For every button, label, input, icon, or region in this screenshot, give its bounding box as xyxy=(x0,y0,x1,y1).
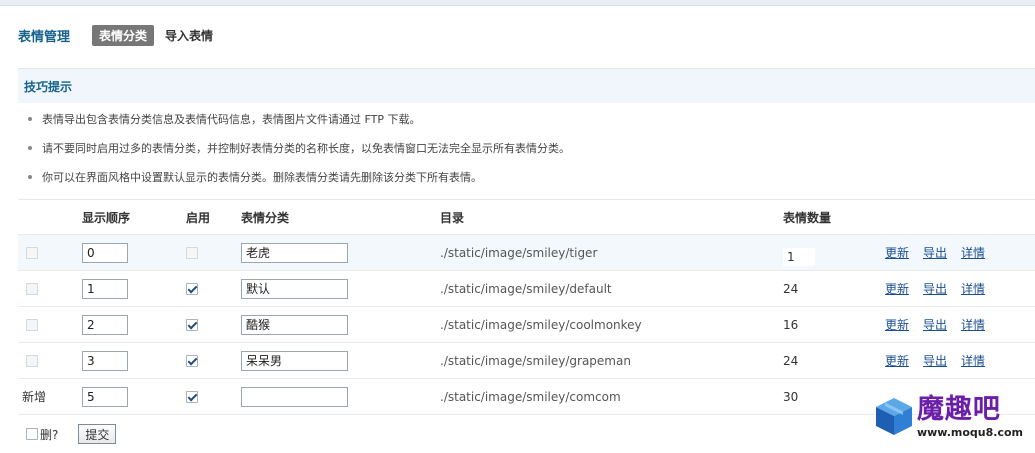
details-link[interactable]: 详情 xyxy=(961,280,985,297)
cube-logo-icon xyxy=(875,398,912,435)
update-link[interactable]: 更新 xyxy=(885,316,909,333)
tab-categories[interactable]: 表情分类 xyxy=(92,24,155,46)
top-border xyxy=(0,0,1035,6)
details-link[interactable]: 详情 xyxy=(961,316,985,333)
table-row: 2 酷猴 ./static/image/smiley/coolmonkey 16… xyxy=(18,307,1035,343)
new-enable-checkbox[interactable] xyxy=(186,390,198,403)
delete-checkbox[interactable] xyxy=(26,246,38,259)
export-link[interactable]: 导出 xyxy=(923,316,947,333)
bullet-icon xyxy=(28,145,32,150)
export-link[interactable]: 导出 xyxy=(923,352,947,369)
table-header-row: 显示顺序 启用 表情分类 目录 表情数量 xyxy=(18,200,1035,235)
enable-checkbox[interactable] xyxy=(186,354,198,367)
details-link[interactable]: 详情 xyxy=(961,352,985,369)
col-header-count: 表情数量 xyxy=(783,210,832,225)
order-input[interactable]: 3 xyxy=(82,350,128,371)
update-link[interactable]: 更新 xyxy=(885,244,909,261)
tips-header: 技巧提示 xyxy=(18,68,1035,103)
form-footer: 删? 提交 xyxy=(26,424,117,444)
tip-item: 表情导出包含表情分类信息及表情代码信息，表情图片文件请通过 FTP 下载。 xyxy=(18,104,1035,133)
delete-label: 删? xyxy=(40,427,59,442)
new-row-label: 新增 xyxy=(22,390,47,404)
watermark-logo: 魔趣吧 www.moqu8.com xyxy=(873,395,1023,439)
new-order-input[interactable]: 5 xyxy=(82,386,128,407)
page-title: 表情管理 xyxy=(18,29,71,45)
smiley-category-table: 显示顺序 启用 表情分类 目录 表情数量 0 老虎 ./static/image… xyxy=(18,199,1035,415)
col-header-enabled: 启用 xyxy=(186,210,211,225)
watermark-url: www.moqu8.com xyxy=(916,426,1023,439)
new-category-name-input[interactable] xyxy=(241,386,348,407)
smiley-count: 1 xyxy=(783,247,815,266)
new-directory-path: ./static/image/smiley/comcom xyxy=(440,389,621,404)
bullet-icon xyxy=(28,116,32,121)
tab-import[interactable]: 导入表情 xyxy=(158,25,220,46)
tip-item: 请不要同时启用过多的表情分类，并控制好表情分类的名称长度，以免表情窗口无法完全显… xyxy=(18,133,1035,162)
new-smiley-count: 30 xyxy=(783,389,799,404)
tip-item: 你可以在界面风格中设置默认显示的表情分类。删除表情分类请先删除该分类下所有表情。 xyxy=(18,162,1035,191)
details-link[interactable]: 详情 xyxy=(961,244,985,261)
directory-path: ./static/image/smiley/coolmonkey xyxy=(440,317,642,332)
enable-checkbox[interactable] xyxy=(186,246,198,259)
update-link[interactable]: 更新 xyxy=(885,280,909,297)
category-name-input[interactable]: 老虎 xyxy=(241,242,348,263)
table-row: 0 老虎 ./static/image/smiley/tiger 1 更新 导出… xyxy=(18,235,1035,271)
smiley-count: 24 xyxy=(783,281,799,296)
smiley-count: 16 xyxy=(783,317,799,332)
delete-checkbox[interactable] xyxy=(26,318,38,331)
table-row: 3 呆呆男 ./static/image/smiley/grapeman 24 … xyxy=(18,343,1035,379)
directory-path: ./static/image/smiley/grapeman xyxy=(440,353,631,368)
directory-path: ./static/image/smiley/tiger xyxy=(440,245,598,260)
tips-title: 技巧提示 xyxy=(24,79,73,94)
select-all-delete-checkbox[interactable] xyxy=(26,428,38,440)
col-header-dir: 目录 xyxy=(440,210,465,225)
col-header-order: 显示顺序 xyxy=(82,210,131,225)
export-link[interactable]: 导出 xyxy=(923,244,947,261)
directory-path: ./static/image/smiley/default xyxy=(440,281,612,296)
enable-checkbox[interactable] xyxy=(186,282,198,295)
smiley-count: 24 xyxy=(783,353,799,368)
update-link[interactable]: 更新 xyxy=(885,352,909,369)
col-header-category: 表情分类 xyxy=(241,210,290,225)
order-input[interactable]: 1 xyxy=(82,278,128,299)
category-name-input[interactable]: 呆呆男 xyxy=(241,350,348,371)
watermark-text: 魔趣吧 xyxy=(916,394,1001,425)
order-input[interactable]: 0 xyxy=(82,242,128,263)
bullet-icon xyxy=(28,174,32,179)
category-name-input[interactable]: 酷猴 xyxy=(241,314,348,335)
table-row: 1 默认 ./static/image/smiley/default 24 更新… xyxy=(18,271,1035,307)
tips-list: 表情导出包含表情分类信息及表情代码信息，表情图片文件请通过 FTP 下载。 请不… xyxy=(18,104,1035,191)
page-header: 表情管理 表情分类 导入表情 xyxy=(18,24,224,46)
delete-checkbox[interactable] xyxy=(26,354,38,367)
submit-button[interactable]: 提交 xyxy=(78,424,117,444)
delete-checkbox[interactable] xyxy=(26,282,38,295)
category-name-input[interactable]: 默认 xyxy=(241,278,348,299)
export-link[interactable]: 导出 xyxy=(923,280,947,297)
enable-checkbox[interactable] xyxy=(186,318,198,331)
order-input[interactable]: 2 xyxy=(82,314,128,335)
